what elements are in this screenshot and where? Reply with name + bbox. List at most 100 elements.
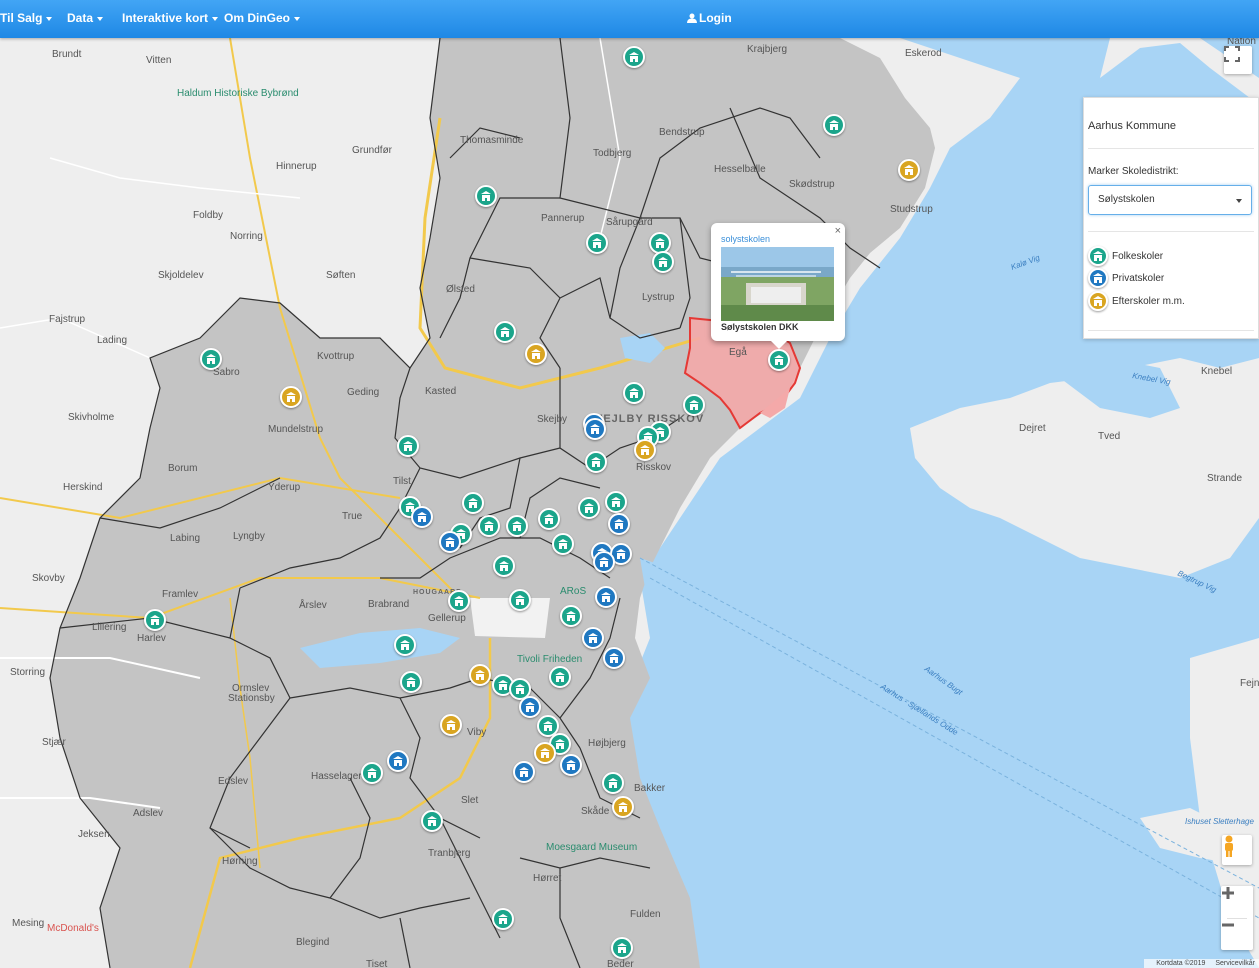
place-label: Pannerup	[541, 213, 585, 224]
privatskole-marker[interactable]	[603, 647, 625, 669]
nav-om-dingeo[interactable]: Om DinGeo	[224, 11, 301, 25]
folkeskole-marker[interactable]	[509, 589, 531, 611]
folkeskole-marker[interactable]	[394, 634, 416, 656]
folkeskole-marker[interactable]	[585, 451, 607, 473]
privatskole-marker[interactable]	[439, 531, 461, 553]
efterskole-marker[interactable]	[525, 343, 547, 365]
privatskole-marker[interactable]	[608, 513, 630, 535]
login-label: Login	[699, 11, 732, 25]
folkeskole-marker[interactable]	[462, 492, 484, 514]
divider	[1088, 148, 1254, 149]
place-label: Todbjerg	[593, 148, 631, 159]
efterskole-marker[interactable]	[280, 386, 302, 408]
close-icon[interactable]: ×	[835, 225, 841, 237]
school-icon	[617, 943, 627, 953]
folkeskole-marker[interactable]	[549, 666, 571, 688]
nav-interaktive-kort[interactable]: Interaktive kort	[122, 11, 219, 25]
school-icon	[454, 596, 464, 606]
place-label: Strande	[1207, 473, 1242, 484]
place-label: Grundfør	[352, 145, 393, 156]
school-icon	[499, 561, 509, 571]
folkeskole-marker[interactable]	[623, 46, 645, 68]
folkeskole-marker[interactable]	[200, 348, 222, 370]
privatskole-marker[interactable]	[513, 761, 535, 783]
navbar: Til Salg Data Interaktive kort Om DinGeo…	[0, 0, 1259, 38]
folkeskole-marker[interactable]	[602, 772, 624, 794]
place-label: Skejby	[537, 414, 567, 425]
folkeskole-marker[interactable]	[768, 349, 790, 371]
terms-link[interactable]: Servicevilkår	[1215, 960, 1255, 967]
folkeskole-marker[interactable]	[652, 251, 674, 273]
folkeskole-marker[interactable]	[493, 555, 515, 577]
place-label: Fulden	[630, 909, 661, 920]
school-icon	[584, 503, 594, 513]
folkeskole-marker[interactable]	[421, 810, 443, 832]
privatskole-marker[interactable]	[584, 418, 606, 440]
school-icon	[519, 767, 529, 777]
fullscreen-button[interactable]	[1224, 46, 1252, 74]
folkeskole-marker[interactable]	[623, 382, 645, 404]
privatskole-marker[interactable]	[387, 750, 409, 772]
folkeskole-marker[interactable]	[475, 185, 497, 207]
efterskole-marker[interactable]	[469, 664, 491, 686]
folkeskole-marker[interactable]	[361, 762, 383, 784]
privatskole-marker[interactable]	[560, 754, 582, 776]
school-icon	[445, 537, 455, 547]
school-icon	[658, 257, 668, 267]
nav-data[interactable]: Data	[67, 11, 104, 25]
folkeskole-marker[interactable]	[823, 114, 845, 136]
efterskole-marker[interactable]	[898, 159, 920, 181]
folkeskole-marker[interactable]	[494, 321, 516, 343]
school-district-select[interactable]: Sølystskolen	[1088, 185, 1252, 215]
folkeskole-marker[interactable]	[611, 937, 633, 959]
zoom-in-button[interactable]	[1221, 886, 1253, 918]
privatskole-marker[interactable]	[582, 627, 604, 649]
folkeskole-marker[interactable]	[552, 533, 574, 555]
folkeskole-marker[interactable]	[144, 609, 166, 631]
school-icon	[655, 238, 665, 248]
folkeskole-marker[interactable]	[578, 497, 600, 519]
nav-til-salg[interactable]: Til Salg	[0, 11, 53, 25]
streetview-pegman-button[interactable]	[1222, 835, 1252, 865]
legend-privatskoler[interactable]: Privatskoler	[1088, 268, 1164, 288]
school-icon	[618, 802, 628, 812]
folkeskole-marker[interactable]	[448, 590, 470, 612]
privatskole-marker[interactable]	[593, 551, 615, 573]
efterskole-marker[interactable]	[440, 714, 462, 736]
privatskole-marker[interactable]	[519, 696, 541, 718]
place-label: Årslev	[299, 598, 327, 611]
folkeskole-marker[interactable]	[397, 435, 419, 457]
folkeskole-marker[interactable]	[478, 515, 500, 537]
place-label: Brundt	[52, 49, 82, 60]
folkeskole-marker[interactable]	[492, 908, 514, 930]
folkeskole-marker[interactable]	[605, 491, 627, 513]
place-label: Hørret	[533, 873, 562, 884]
divider	[1088, 330, 1254, 331]
place-label: Studstrup	[890, 204, 933, 215]
place-label: Foldby	[193, 210, 223, 221]
privatskole-marker[interactable]	[411, 506, 433, 528]
place-label: Skivholme	[68, 412, 115, 423]
school-icon	[689, 400, 699, 410]
school-icon	[608, 778, 618, 788]
folkeskole-marker[interactable]	[538, 508, 560, 530]
login-link[interactable]: Login	[687, 11, 732, 25]
nav-om-dingeo-label: Om DinGeo	[224, 11, 291, 25]
folkeskole-marker[interactable]	[683, 394, 705, 416]
folkeskole-marker[interactable]	[560, 605, 582, 627]
legend-efterskoler[interactable]: Efterskoler m.m.	[1088, 291, 1185, 311]
folkeskole-marker[interactable]	[506, 515, 528, 537]
map-attribution: Kortdata ©2019 Servicevilkår	[1144, 959, 1259, 968]
folkeskole-marker[interactable]	[586, 232, 608, 254]
privatskole-marker[interactable]	[595, 586, 617, 608]
efterskole-marker[interactable]	[534, 742, 556, 764]
minus-icon	[1222, 923, 1234, 927]
school-link[interactable]: solystskolen	[721, 234, 770, 244]
map-canvas[interactable]: Brundt Vitten Krajbjerg Eskerod Nation T…	[0, 38, 1259, 968]
place-label: Dejret	[1019, 423, 1046, 434]
legend-folkeskoler[interactable]: Folkeskoler	[1088, 246, 1163, 266]
efterskole-marker[interactable]	[612, 796, 634, 818]
folkeskole-marker[interactable]	[400, 671, 422, 693]
zoom-out-button[interactable]	[1221, 918, 1253, 950]
efterskole-marker[interactable]	[634, 439, 656, 461]
